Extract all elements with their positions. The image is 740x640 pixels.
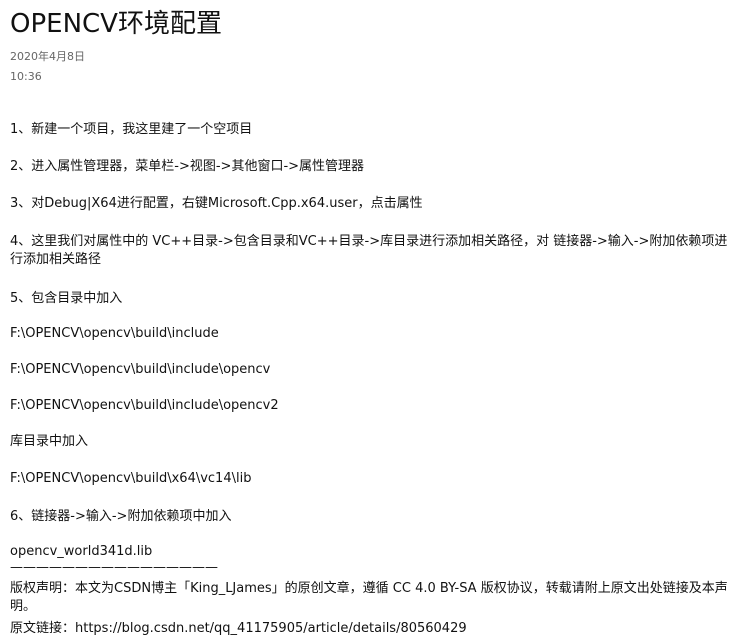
note-title[interactable]: OPENCV环境配置 [10,6,222,42]
source-link[interactable]: 原文链接：https://blog.csdn.net/qq_41175905/a… [10,620,732,638]
include-path-3[interactable]: F:\OPENCV\opencv\build\include\opencv2 [10,397,732,415]
note-page: OPENCV环境配置 2020年4月8日 10:36 1、新建一个项目，我这里建… [0,0,740,640]
lib-path[interactable]: F:\OPENCV\opencv\build\x64\vc14\lib [10,470,732,488]
step-6-text[interactable]: 6、链接器->输入->附加依赖项中加入 [10,508,732,526]
note-date: 2020年4月8日 [10,50,85,63]
note-time: 10:36 [10,70,42,83]
step-1-text[interactable]: 1、新建一个项目，我这里建了一个空项目 [10,121,732,139]
step-2-text[interactable]: 2、进入属性管理器，菜单栏->视图->其他窗口->属性管理器 [10,158,732,176]
lib-dir-heading[interactable]: 库目录中加入 [10,433,732,451]
step-3-text[interactable]: 3、对Debug|X64进行配置，右键Microsoft.Cpp.x64.use… [10,195,732,213]
step-5-text[interactable]: 5、包含目录中加入 [10,290,732,308]
separator-line: ———————————————— [10,560,218,575]
include-path-2[interactable]: F:\OPENCV\opencv\build\include\opencv [10,361,732,379]
include-path-1[interactable]: F:\OPENCV\opencv\build\include [10,325,732,343]
copyright-notice[interactable]: 版权声明：本文为CSDN博主「King_LJames」的原创文章，遵循 CC 4… [10,580,732,616]
step-4-text[interactable]: 4、这里我们对属性中的 VC++目录->包含目录和VC++目录->库目录进行添加… [10,233,732,269]
